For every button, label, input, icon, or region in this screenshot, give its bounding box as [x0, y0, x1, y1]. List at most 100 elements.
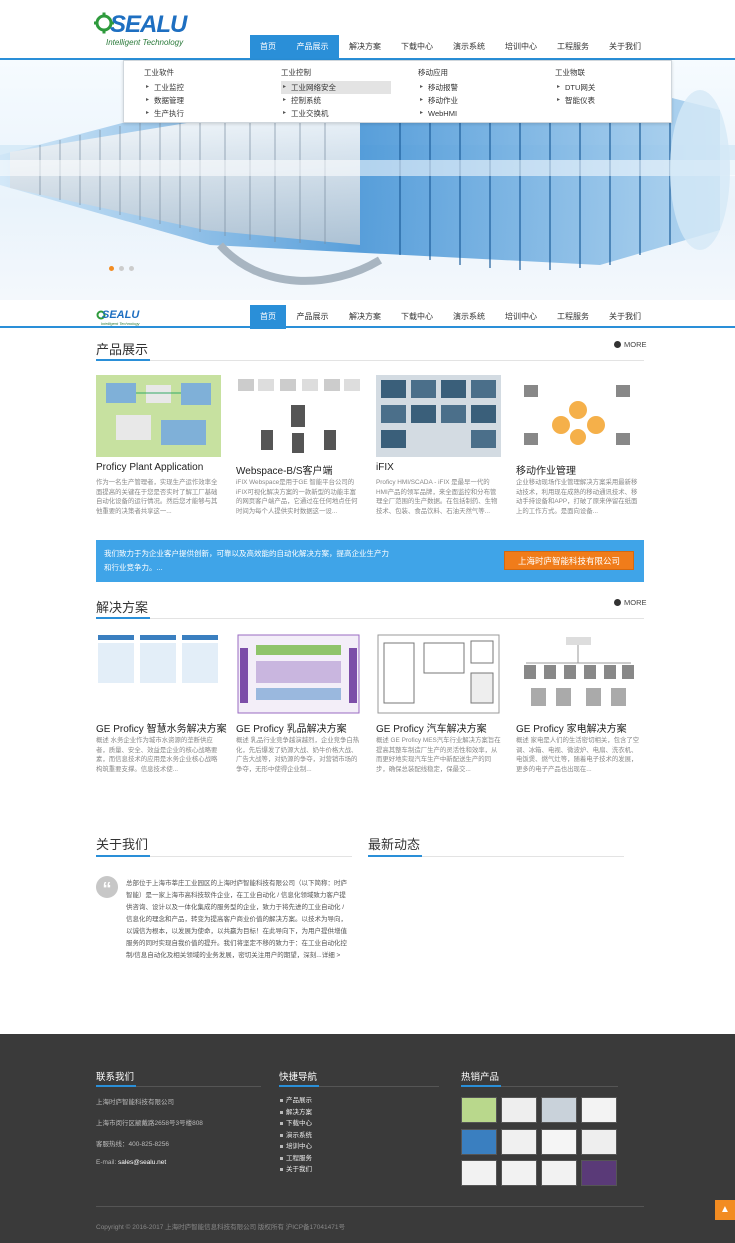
solution-card[interactable]: GE Proficy 乳品解决方案 概述 乳品行业竞争越演越烈，企业竞争白热化，…: [236, 633, 361, 773]
solution-image[interactable]: [96, 633, 221, 715]
quick-link[interactable]: 工程服务: [279, 1153, 312, 1165]
slide-dot-3[interactable]: [129, 266, 134, 271]
dropdown-item[interactable]: 工业监控: [144, 81, 254, 94]
nav-home[interactable]: 首页: [250, 35, 286, 59]
dropdown-heading[interactable]: 工业控制: [281, 67, 391, 78]
company-button[interactable]: 上海时庐智能科技有限公司: [504, 551, 634, 570]
dropdown-item[interactable]: 移动报警: [418, 81, 528, 94]
sticky-logo[interactable]: SEALU Intelligent Technology: [96, 308, 140, 326]
plant-diagram-image: [96, 375, 221, 457]
footer-bottom-divider: [96, 1206, 644, 1207]
hot-product-thumb[interactable]: [541, 1097, 577, 1123]
product-card[interactable]: Webspace-B/S客户端 iFIX Webspace是用于GE 智能平台公…: [236, 375, 361, 515]
logo[interactable]: SEALU Intelligent Technology: [94, 8, 187, 48]
solution-card[interactable]: GE Proficy 智慧水务解决方案 概述 水务企业作为城市水资源的垄断供应者…: [96, 633, 227, 773]
slide-dot-2[interactable]: [119, 266, 124, 271]
dropdown-heading[interactable]: 工业物联: [555, 67, 665, 78]
quick-link[interactable]: 下载中心: [279, 1118, 312, 1130]
product-image[interactable]: [96, 375, 221, 457]
solution-card[interactable]: GE Proficy 家电解决方案 概述 家电是人们的生活密切相关，包含了空调、…: [516, 633, 641, 773]
quick-link[interactable]: 演示系统: [279, 1130, 312, 1142]
nav-training[interactable]: 培训中心: [495, 35, 547, 59]
products-more-link[interactable]: MORE: [614, 340, 647, 349]
logo-wordmark: SEALU: [102, 309, 140, 321]
solution-image[interactable]: [376, 633, 501, 715]
dropdown-column-iot: 工业物联 DTU网关 智能仪表: [555, 67, 665, 107]
products-dropdown: 工业软件 工业监控 数据管理 生产执行 工业控制 工业网络安全 控制系统 工业交…: [123, 60, 672, 123]
section-underline: [96, 359, 150, 361]
dropdown-item[interactable]: DTU网关: [555, 81, 665, 94]
slide-dot-1[interactable]: [109, 266, 114, 271]
dropdown-column-mobile: 移动应用 移动报警 移动作业 WebHMI: [418, 67, 528, 120]
contact-hotline: 客服热线：400-825-8256: [96, 1141, 169, 1148]
product-title[interactable]: 移动作业管理: [516, 462, 576, 477]
solution-title[interactable]: GE Proficy 智慧水务解决方案: [96, 720, 227, 735]
product-title[interactable]: Proficy Plant Application: [96, 462, 203, 473]
back-to-top-icon[interactable]: ▲: [715, 1200, 735, 1220]
quick-link[interactable]: 培训中心: [279, 1141, 312, 1153]
auto-diagram-image: [377, 634, 500, 714]
product-desc: iFIX Webspace是用于GE 智能平台公司的iFIX可视化解决方案的一款…: [236, 479, 358, 515]
site-header: SEALU Intelligent Technology 首页 产品展示 解决方…: [0, 0, 735, 60]
product-card[interactable]: iFIX Proficy HMI/SCADA - iFIX 是最早一代的HMI产…: [376, 375, 501, 515]
nav-solutions[interactable]: 解决方案: [339, 35, 391, 59]
hot-product-thumb[interactable]: [461, 1160, 497, 1186]
quick-link[interactable]: 关于我们: [279, 1164, 312, 1176]
email-link[interactable]: sales@sealu.net: [118, 1159, 166, 1166]
product-card[interactable]: Proficy Plant Application 作为一名生产管理者，实现生产…: [96, 375, 221, 515]
solution-card[interactable]: GE Proficy 汽车解决方案 概述 GE Proficy MES汽车行业解…: [376, 633, 501, 773]
quote-icon: “: [96, 876, 118, 899]
promo-banner: 我们致力于为企业客户提供创新，可靠以及高效能的自动化解决方案，提高企业生产力和行…: [96, 540, 644, 582]
quick-link[interactable]: 解决方案: [279, 1107, 312, 1119]
dropdown-item[interactable]: 控制系统: [281, 94, 391, 107]
solution-title[interactable]: GE Proficy 乳品解决方案: [236, 720, 347, 735]
product-card[interactable]: 移动作业管理 企业移动现场作业管理解决方案采用最新移动技术，利用现在成熟的移动通…: [516, 375, 641, 515]
solution-desc: 概述 乳品行业竞争越演越烈，企业竞争白热化，先后爆发了奶源大战、奶牛价格大战、广…: [236, 737, 360, 773]
nav-products[interactable]: 产品展示: [286, 35, 339, 59]
solutions-title: 解决方案: [96, 600, 149, 615]
dropdown-item[interactable]: WebHMI: [418, 107, 528, 120]
solutions-more-link[interactable]: MORE: [614, 598, 647, 607]
dropdown-heading[interactable]: 移动应用: [418, 67, 528, 78]
dropdown-item-selected[interactable]: 工业网络安全: [281, 81, 391, 94]
hot-product-thumb[interactable]: [581, 1097, 617, 1123]
solution-image[interactable]: [516, 633, 641, 715]
footer-underline: [96, 1085, 136, 1087]
section-underline: [368, 855, 422, 857]
solution-title[interactable]: GE Proficy 汽车解决方案: [376, 720, 487, 735]
dropdown-column-control: 工业控制 工业网络安全 控制系统 工业交换机: [281, 67, 391, 120]
solution-image[interactable]: [236, 633, 361, 715]
hot-product-thumb[interactable]: [501, 1097, 537, 1123]
product-desc: 作为一名生产管理者，实现生产运作效率全面提高的关键在于您是否实时了解工厂基础自动…: [96, 479, 218, 515]
hot-product-thumb[interactable]: [581, 1160, 617, 1186]
nav-downloads[interactable]: 下载中心: [391, 35, 443, 59]
section-underline: [96, 617, 150, 619]
nav-demo[interactable]: 演示系统: [443, 35, 495, 59]
nav-engineering[interactable]: 工程服务: [547, 35, 599, 59]
dropdown-item[interactable]: 生产执行: [144, 107, 254, 120]
dropdown-item[interactable]: 智能仪表: [555, 94, 665, 107]
hot-product-thumb[interactable]: [501, 1160, 537, 1186]
product-image[interactable]: [516, 375, 641, 457]
quick-link[interactable]: 产品展示: [279, 1095, 312, 1107]
dropdown-item[interactable]: 移动作业: [418, 94, 528, 107]
hot-product-thumb[interactable]: [541, 1160, 577, 1186]
product-title[interactable]: iFIX: [376, 462, 394, 473]
product-title[interactable]: Webspace-B/S客户端: [236, 462, 333, 477]
hot-product-thumb[interactable]: [501, 1129, 537, 1155]
dropdown-heading[interactable]: 工业软件: [144, 67, 254, 78]
product-image[interactable]: [236, 375, 361, 457]
hot-product-thumb[interactable]: [461, 1097, 497, 1123]
product-image[interactable]: [376, 375, 501, 457]
monitors-image: [376, 375, 501, 457]
hot-product-thumb[interactable]: [461, 1129, 497, 1155]
solution-title[interactable]: GE Proficy 家电解决方案: [516, 720, 627, 735]
dropdown-item[interactable]: 数据管理: [144, 94, 254, 107]
hot-product-thumb[interactable]: [581, 1129, 617, 1155]
site-footer: 联系我们 上海时庐智能科技有限公司 上海市闵行区颛戴路2658号3号楼808 客…: [0, 1034, 735, 1243]
nav-about[interactable]: 关于我们: [599, 35, 651, 59]
hot-product-thumb[interactable]: [541, 1129, 577, 1155]
mobile-network-image: [524, 385, 630, 445]
dropdown-item[interactable]: 工业交换机: [281, 107, 391, 120]
copyright: Copyright © 2016-2017 上海时庐智能信息科技有限公司 版权所…: [96, 1224, 345, 1231]
